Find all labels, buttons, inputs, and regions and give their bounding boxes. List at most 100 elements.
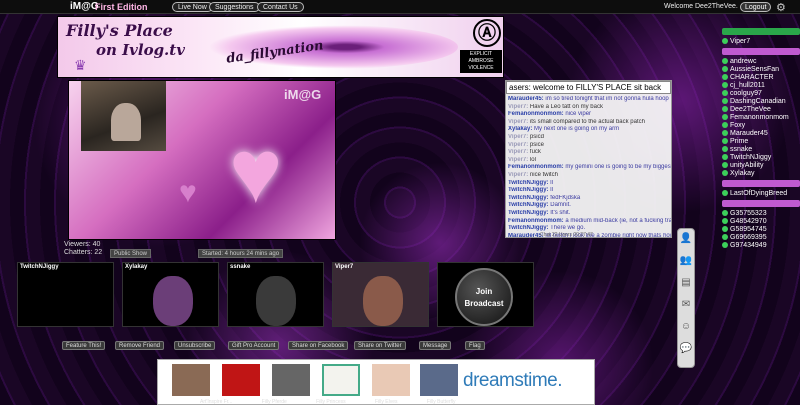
chat-input[interactable] — [506, 81, 671, 94]
chat-username[interactable]: TwitchNJiggy: — [508, 225, 549, 231]
document-icon[interactable]: ▤ — [678, 277, 694, 295]
nav-contact-us[interactable]: Contact Us — [257, 2, 304, 12]
gift-icon[interactable]: ✉ — [678, 299, 694, 317]
gear-icon[interactable]: ⚙ — [776, 1, 786, 14]
nav-live-now[interactable]: Live Now — [172, 2, 213, 12]
chat-text: ll — [550, 187, 553, 194]
user-list-item[interactable]: Xylakay — [722, 170, 800, 178]
chat-username[interactable]: TwitchNJiggy: — [508, 210, 549, 216]
bottom-link[interactable]: Art'Inspire Fr... — [200, 399, 232, 405]
user-list-item[interactable]: coolguy97 — [722, 90, 800, 98]
user-list-item[interactable]: G69669395 — [722, 234, 800, 242]
online-status-icon — [722, 130, 728, 136]
user-list-item[interactable]: G35755323 — [722, 210, 800, 218]
speech-icon[interactable]: 💬 — [678, 343, 694, 361]
user-list-item[interactable]: Dee2TheVee — [722, 106, 800, 114]
share-facebook-button[interactable]: Share on Facebook — [288, 341, 349, 350]
cam-thumb[interactable]: ssnake — [227, 262, 324, 327]
chat-username[interactable]: Xylakay: — [508, 126, 532, 132]
webcam-feed — [81, 81, 166, 151]
bottom-link[interactable]: Filly Butterfly — [427, 399, 456, 405]
user-list-item[interactable]: cj_hull2011 — [722, 82, 800, 90]
chat-username[interactable]: Femanonmonmom: — [508, 111, 564, 117]
chat-username[interactable]: Viper7: — [508, 157, 528, 163]
chat-username[interactable]: Marauder45: — [508, 233, 544, 237]
message-button[interactable]: Message — [419, 341, 452, 350]
nav-suggestions[interactable]: Suggestions — [209, 2, 260, 12]
cam-thumb[interactable]: TwitchNJiggy — [17, 262, 114, 327]
ad-image — [222, 364, 260, 396]
chat-text: ll — [550, 179, 553, 186]
cam-thumb[interactable]: Viper7 — [332, 262, 429, 327]
username: CHARACTER — [730, 74, 774, 81]
user-list-item[interactable]: G58954745 — [722, 226, 800, 234]
chat-message: TwitchNJiggy: It's shit. — [508, 210, 671, 218]
chat-username[interactable]: Viper7: — [508, 149, 528, 155]
online-status-icon — [722, 138, 728, 144]
bottom-link[interactable]: Filly Elves — [375, 399, 398, 405]
share-twitter-button[interactable]: Share on Twitter — [354, 341, 406, 350]
chatters-count: Chatters: 22 — [64, 249, 103, 256]
user-list-item[interactable]: G97434949 — [722, 242, 800, 250]
online-status-icon — [722, 38, 728, 44]
user-list-item[interactable]: LastOfDyingBreed — [722, 190, 800, 198]
user-list-item[interactable]: andrewc — [722, 58, 800, 66]
show-mode[interactable]: Public Show — [110, 249, 152, 258]
ad-brand: dreamstime. — [463, 370, 563, 391]
user-list-item[interactable]: TwitchNJiggy — [722, 154, 800, 162]
bottom-link[interactable]: Filly Pferde — [262, 399, 287, 405]
online-status-icon — [722, 190, 728, 196]
user-list-item[interactable]: AussieSensFan — [722, 66, 800, 74]
username: ssnake — [730, 146, 753, 153]
unsubscribe-button[interactable]: Unsubscribe — [174, 341, 216, 350]
flag-button[interactable]: Flag — [465, 341, 485, 350]
user-list-item[interactable]: Marauder45 — [722, 130, 800, 138]
user-list-item[interactable]: DashingCanadian — [722, 98, 800, 106]
feature-button[interactable]: Feature This! — [62, 341, 106, 350]
explicit-badge: EXPLICIT AMBROSE VIOLENCE — [460, 50, 502, 73]
cam-thumb[interactable]: Xylakay — [122, 262, 219, 327]
chat-username[interactable]: TwitchNJiggy: — [508, 195, 549, 201]
chat-username[interactable]: Femanonmonmom: — [508, 164, 564, 170]
chat-username[interactable]: Viper7: — [508, 134, 528, 140]
chat-username[interactable]: TwitchNJiggy: — [508, 202, 549, 208]
chat-text: There we go. — [550, 225, 586, 232]
join-broadcast-button[interactable]: Join Broadcast — [455, 268, 513, 326]
user-list-item[interactable]: Viper7 — [722, 38, 800, 46]
chat-username[interactable]: Marauder45: — [508, 96, 544, 102]
smiley-icon[interactable]: ☺ — [678, 321, 694, 339]
user-list-item[interactable]: Prime — [722, 138, 800, 146]
users-icon[interactable]: 👥 — [678, 255, 694, 273]
user-list-item[interactable]: unityAbility — [722, 162, 800, 170]
join-broadcast-slot: Join Broadcast — [437, 262, 534, 327]
username: Femanonmonmom — [730, 114, 789, 121]
username: DashingCanadian — [730, 98, 786, 105]
chat-username[interactable]: TwitchNJiggy: — [508, 180, 549, 186]
user-icon[interactable]: 👤 — [678, 233, 694, 251]
user-list-item[interactable]: ssnake — [722, 146, 800, 154]
chat-message: Viper7: psicd — [508, 134, 671, 142]
chat-username[interactable]: Viper7: — [508, 104, 528, 110]
user-list-item[interactable]: CHARACTER — [722, 74, 800, 82]
user-list-item[interactable]: G48542970 — [722, 218, 800, 226]
username: Foxy — [730, 122, 746, 129]
chat-username[interactable]: Femanonmonmom: — [508, 218, 564, 224]
chat-text: My next one is going on my arm — [534, 126, 620, 133]
cam-name: TwitchNJiggy — [20, 264, 59, 270]
ad-image — [372, 364, 410, 396]
online-status-icon — [722, 170, 728, 176]
main-video[interactable]: ♥ ♥ iM@G — [68, 80, 336, 240]
logout-button[interactable]: Logout — [740, 2, 772, 12]
chat-username[interactable]: Viper7: — [508, 172, 528, 178]
chat-username[interactable]: Viper7: — [508, 119, 528, 125]
username: Dee2TheVee — [730, 106, 771, 113]
chat-username[interactable]: TwitchNJiggy: — [508, 187, 549, 193]
chat-username[interactable]: Viper7: — [508, 142, 528, 148]
user-list-item[interactable]: Femanonmonmom — [722, 114, 800, 122]
gift-pro-button[interactable]: Gift Pro Account — [228, 341, 280, 350]
user-list-item[interactable]: Foxy — [722, 122, 800, 130]
remove-friend-button[interactable]: Remove Friend — [115, 341, 165, 350]
cam-name: Xylakay — [125, 264, 148, 270]
bottom-link[interactable]: Filly Princess — [316, 399, 345, 405]
online-status-icon — [722, 226, 728, 232]
